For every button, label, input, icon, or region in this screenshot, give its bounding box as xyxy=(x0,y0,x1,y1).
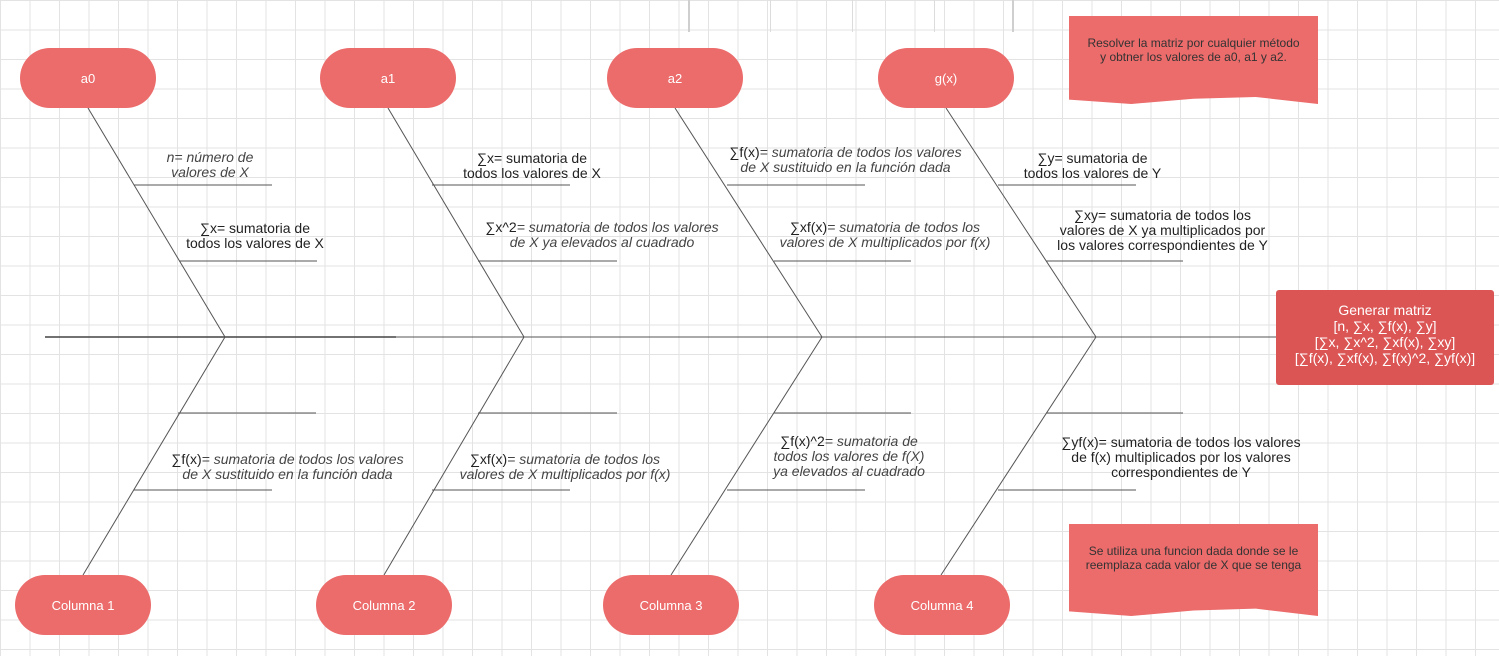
cause-columna-3[interactable]: Columna 3 xyxy=(603,575,739,635)
subcause-symbol: ∑x xyxy=(477,150,494,166)
cause-a0[interactable]: a0 xyxy=(20,48,156,108)
note-bottom: Se utiliza una funcion dada donde se le … xyxy=(1069,524,1318,616)
cause-a2[interactable]: a2 xyxy=(607,48,743,108)
subcause-sum-fx2: ∑f(x)^2= sumatoria de todos los valores … xyxy=(740,434,958,479)
subcause-sum-x: ∑x= sumatoria de todos los valores de X xyxy=(155,221,355,251)
subcause-symbol: ∑xy xyxy=(1074,207,1099,223)
subcause-description: = sumatoria de todos los valores de X su… xyxy=(182,451,404,482)
subcause-sum-x: ∑x= sumatoria de todos los valores de X xyxy=(432,151,632,181)
subcause-n: n= número de valores de X xyxy=(110,150,310,180)
note-top: Resolver la matriz por cualquier método … xyxy=(1069,16,1318,104)
cause-columna-3-label: Columna 3 xyxy=(639,597,703,613)
subcause-symbol: ∑xf(x) xyxy=(469,451,508,467)
cause-columna-1[interactable]: Columna 1 xyxy=(15,575,151,635)
subcause-sum-yfx: ∑yf(x)= sumatoria de todos los valores d… xyxy=(1040,435,1322,480)
cause-columna-4[interactable]: Columna 4 xyxy=(874,575,1010,635)
cause-columna-2[interactable]: Columna 2 xyxy=(316,575,452,635)
subcause-symbol: ∑yf(x) xyxy=(1061,434,1099,450)
subcause-symbol: ∑f(x) xyxy=(729,144,760,160)
subcause-description: = sumatoria de todos los valores de X su… xyxy=(740,144,962,175)
cause-columna-2-label: Columna 2 xyxy=(352,597,416,613)
subcause-sum-x2: ∑x^2= sumatoria de todos los valores de … xyxy=(472,220,732,250)
subcause-description: = sumatoria de todos los valores de X ya… xyxy=(509,219,719,250)
subcause-sum-xfx: ∑xf(x)= sumatoria de todos los valores d… xyxy=(760,220,1010,250)
cause-gx[interactable]: g(x) xyxy=(878,48,1014,108)
subcause-symbol: ∑xf(x) xyxy=(789,219,828,235)
subcause-symbol: ∑f(x) xyxy=(171,451,202,467)
fishbone-head-text: Generar matriz [n, ∑x, ∑f(x), ∑y] [∑x, ∑… xyxy=(1294,302,1476,366)
cause-a0-label: a0 xyxy=(80,70,96,86)
subcause-sum-y: ∑y= sumatoria de todos los valores de Y xyxy=(990,151,1195,181)
cause-columna-1-label: Columna 1 xyxy=(51,597,115,613)
cause-columna-4-label: Columna 4 xyxy=(910,597,974,613)
cause-a1-label: a1 xyxy=(380,70,396,86)
cause-a2-label: a2 xyxy=(667,70,683,86)
subcause-symbol: ∑x^2 xyxy=(485,219,517,235)
cause-a1[interactable]: a1 xyxy=(320,48,456,108)
subcause-symbol: ∑x xyxy=(200,220,217,236)
subcause-description: n= número de valores de X xyxy=(166,149,254,180)
subcause-symbol: ∑y xyxy=(1037,150,1055,166)
fishbone-head[interactable]: Generar matriz [n, ∑x, ∑f(x), ∑y] [∑x, ∑… xyxy=(1276,290,1494,385)
note-top-text: Resolver la matriz por cualquier método … xyxy=(1087,36,1300,64)
subcause-description: = sumatoria de todos los valores de f(x)… xyxy=(1071,434,1301,480)
subcause-sum-fx: ∑f(x)= sumatoria de todos los valores de… xyxy=(708,145,983,175)
note-bottom-text: Se utiliza una funcion dada donde se le … xyxy=(1085,544,1302,572)
cause-gx-label: g(x) xyxy=(934,70,958,86)
subcause-sum-fx: ∑f(x)= sumatoria de todos los valores de… xyxy=(150,452,425,482)
subcause-sum-xfx: ∑xf(x)= sumatoria de todos los valores d… xyxy=(435,452,695,482)
subcause-sum-xy: ∑xy= sumatoria de todos los valores de X… xyxy=(1040,208,1285,253)
subcause-symbol: ∑f(x)^2 xyxy=(780,433,825,449)
